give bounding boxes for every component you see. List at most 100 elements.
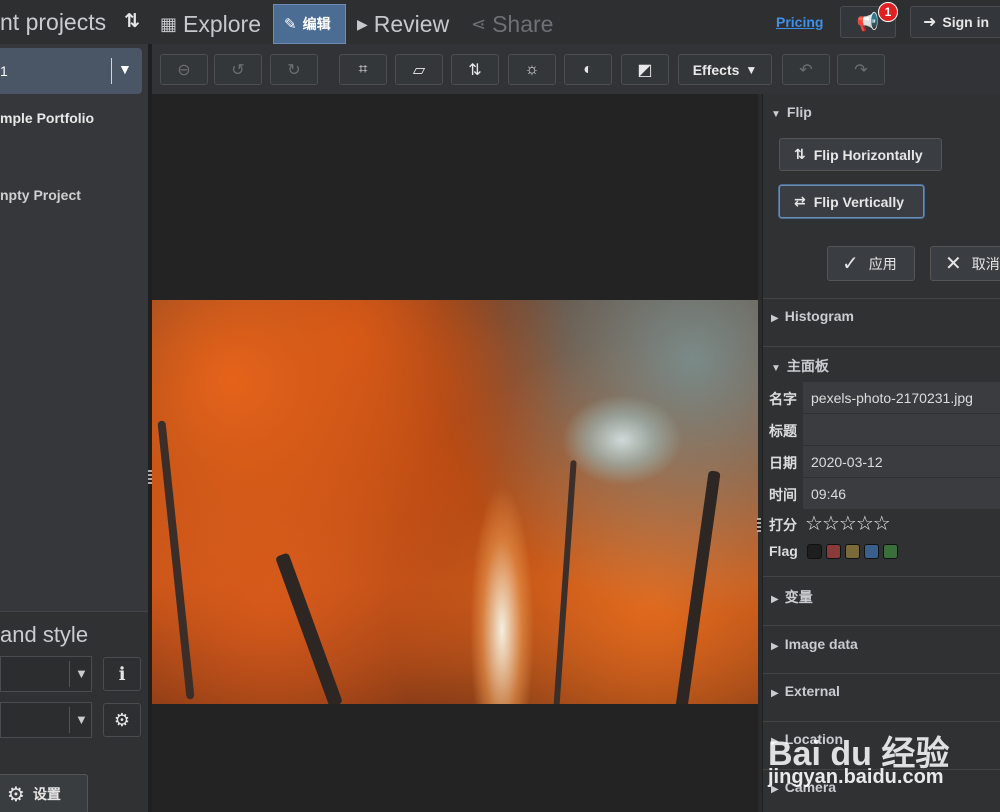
flag-swatch[interactable] bbox=[807, 544, 822, 559]
main-panel-section-header[interactable]: ▼ 主面板 bbox=[763, 356, 1000, 376]
date-field[interactable]: 2020-03-12 bbox=[803, 446, 1000, 477]
apply-button[interactable]: ✓ 应用 bbox=[827, 246, 915, 281]
project-item-empty[interactable]: npty Project bbox=[0, 187, 81, 203]
remove-button[interactable]: ⊖ bbox=[160, 54, 208, 85]
time-field[interactable]: 09:46 bbox=[803, 478, 1000, 509]
select-divider bbox=[69, 661, 70, 687]
flip-button[interactable]: ⇅ bbox=[451, 54, 499, 85]
gear-icon: ⚙ bbox=[7, 783, 25, 806]
expand-arrow-icon: ▶ bbox=[771, 641, 779, 652]
perspective-button[interactable]: ▱ bbox=[395, 54, 443, 85]
redo-button[interactable]: ↷ bbox=[837, 54, 885, 85]
edit-toolbar: ⊖ ↺ ↻ ⌗ ▱ ⇅ ☼ ◐ ◩ Effects ▼ ↶ ↷ bbox=[152, 44, 1000, 94]
section-divider bbox=[763, 576, 1000, 577]
contrast-icon: ◐ bbox=[583, 60, 593, 78]
histogram-section-header[interactable]: ▶ Histogram bbox=[763, 308, 1000, 324]
flag-swatch[interactable] bbox=[845, 544, 860, 559]
pricing-link[interactable]: Pricing bbox=[776, 14, 823, 30]
sort-arrows-icon[interactable]: ⇅ bbox=[124, 10, 140, 33]
exposure-button[interactable]: ◩ bbox=[621, 54, 669, 85]
tab-review[interactable]: ▶ Review bbox=[357, 4, 449, 44]
project-item-portfolio[interactable]: mple Portfolio bbox=[0, 110, 94, 126]
tree-trunk bbox=[157, 420, 195, 700]
flip-horizontally-button[interactable]: ⇅ Flip Horizontally bbox=[779, 138, 942, 171]
tab-explore[interactable]: ▦ Explore bbox=[160, 4, 261, 44]
chevron-down-icon[interactable]: ▼ bbox=[118, 61, 132, 77]
flip-section-header[interactable]: ▼ Flip bbox=[763, 104, 1000, 120]
watermark-url: jingyan.baidu.com bbox=[768, 766, 944, 788]
metadata-flag-row: Flag bbox=[763, 536, 1000, 567]
section-divider bbox=[763, 625, 1000, 626]
star-icon[interactable]: ☆ bbox=[805, 513, 823, 535]
variables-section-header[interactable]: ▶ 变量 bbox=[763, 587, 1000, 607]
style-settings-button[interactable]: ⚙ bbox=[103, 703, 141, 737]
pencil-icon: ✎ bbox=[284, 16, 297, 33]
image-data-section-header[interactable]: ▶ Image data bbox=[763, 636, 1000, 652]
resize-handle-left[interactable] bbox=[148, 470, 152, 484]
rotate-left-button[interactable]: ↺ bbox=[214, 54, 262, 85]
name-field[interactable]: pexels-photo-2170231.jpg bbox=[803, 382, 1000, 413]
effects-button[interactable]: Effects ▼ bbox=[678, 54, 772, 85]
style-select-1[interactable]: ▼ bbox=[0, 656, 92, 692]
flip-icon: ⇅ bbox=[468, 61, 482, 79]
style-section-title: and style bbox=[0, 622, 89, 647]
exposure-icon: ◩ bbox=[637, 61, 653, 79]
style-select-2[interactable]: ▼ bbox=[0, 702, 92, 738]
flip-vertically-button[interactable]: ⇄ Flip Vertically bbox=[779, 185, 924, 218]
projects-title: nt projects ⇅ bbox=[0, 8, 140, 35]
minus-circle-icon: ⊖ bbox=[177, 61, 191, 79]
play-icon: ▶ bbox=[357, 15, 368, 32]
title-field[interactable] bbox=[803, 414, 1000, 445]
external-section-header[interactable]: ▶ External bbox=[763, 683, 1000, 699]
flag-swatch[interactable] bbox=[826, 544, 841, 559]
gear-icon: ⚙ bbox=[113, 709, 131, 730]
cancel-button[interactable]: ✕ 取消 bbox=[930, 246, 1000, 281]
star-icon[interactable]: ☆ bbox=[839, 513, 857, 535]
tree-trunk bbox=[553, 460, 577, 704]
metadata-name-row: 名字 pexels-photo-2170231.jpg bbox=[763, 382, 1000, 413]
select-divider bbox=[69, 707, 70, 733]
autumn-forest-photo bbox=[152, 300, 758, 704]
star-icon[interactable]: ☆ bbox=[822, 513, 840, 535]
rotate-left-icon: ↺ bbox=[231, 61, 245, 79]
perspective-icon: ▱ bbox=[412, 61, 426, 79]
chevron-down-icon: ▼ bbox=[75, 666, 88, 681]
image-canvas[interactable] bbox=[152, 94, 758, 812]
flip-vertical-icon: ⇄ bbox=[794, 193, 806, 209]
settings-button[interactable]: ⚙ 设置 bbox=[0, 774, 88, 812]
sign-in-icon: ➜ bbox=[923, 14, 937, 31]
metadata-rating-row: 打分 ☆☆☆☆☆ bbox=[769, 511, 891, 536]
star-icon[interactable]: ☆ bbox=[873, 513, 891, 535]
info-button[interactable]: ℹ bbox=[103, 657, 141, 691]
tab-share[interactable]: ⋖ Share bbox=[471, 4, 553, 44]
metadata-title-row: 标题 bbox=[763, 414, 1000, 445]
sign-in-button[interactable]: ➜ Sign in bbox=[910, 6, 1000, 38]
top-navigation-bar: nt projects ⇅ ▦ Explore ✎ 编辑 ▶ Review ⋖ … bbox=[0, 0, 1000, 44]
section-divider bbox=[763, 298, 1000, 299]
brightness-button[interactable]: ☼ bbox=[508, 54, 556, 85]
grid-icon: ▦ bbox=[160, 13, 178, 34]
crop-icon: ⌗ bbox=[358, 60, 368, 78]
selector-divider bbox=[111, 58, 112, 84]
star-rating[interactable]: ☆☆☆☆☆ bbox=[805, 511, 891, 536]
expand-arrow-icon: ▶ bbox=[771, 688, 779, 699]
resize-handle-right[interactable] bbox=[757, 518, 761, 532]
style-section: and style ▼ ℹ ▼ ⚙ ⚙ 设置 bbox=[0, 611, 148, 812]
undo-button[interactable]: ↶ bbox=[782, 54, 830, 85]
tree-trunk bbox=[675, 470, 721, 704]
flag-swatch[interactable] bbox=[883, 544, 898, 559]
checkmark-icon: ✓ bbox=[842, 253, 859, 275]
crop-button[interactable]: ⌗ bbox=[339, 54, 387, 85]
star-icon[interactable]: ☆ bbox=[856, 513, 874, 535]
projects-sidebar: 1 ▼ mple Portfolio npty Project and styl… bbox=[0, 44, 148, 812]
rotate-right-button[interactable]: ↻ bbox=[270, 54, 318, 85]
undo-icon: ↶ bbox=[799, 61, 813, 79]
close-icon: ✕ bbox=[945, 253, 962, 275]
metadata-time-row: 时间 09:46 bbox=[763, 478, 1000, 509]
contrast-button[interactable]: ◐ bbox=[564, 54, 612, 85]
tab-edit[interactable]: ✎ 编辑 bbox=[273, 4, 346, 44]
project-selector[interactable]: 1 ▼ bbox=[0, 48, 142, 94]
flag-swatch[interactable] bbox=[864, 544, 879, 559]
info-icon: ℹ bbox=[118, 663, 126, 684]
collapse-arrow-icon: ▼ bbox=[771, 109, 781, 120]
